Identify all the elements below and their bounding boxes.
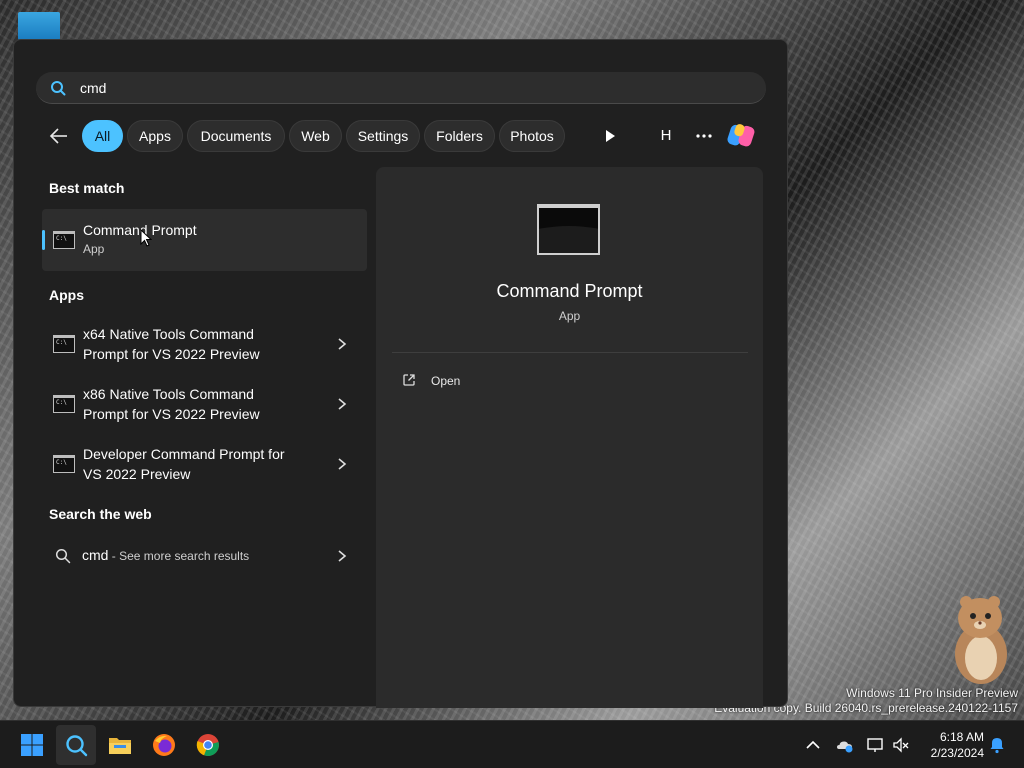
app-item-line1: Developer Command Prompt for [83,446,285,462]
search-icon [66,735,88,757]
open-action[interactable]: Open [400,369,600,393]
web-query-text: cmd [82,547,109,563]
best-match-heading: Best match [49,180,125,196]
app-item-line1: x64 Native Tools Command [83,326,254,342]
app-item-developer-command-prompt[interactable]: C:\ Developer Command Prompt for VS 2022… [42,435,367,493]
onedrive-icon[interactable] [836,736,854,754]
more-options-icon[interactable] [694,126,714,146]
clock-time: 6:18 AM [939,730,984,744]
chevron-right-icon [338,550,347,562]
app-item-x86-native-tools[interactable]: C:\ x86 Native Tools Command Prompt for … [42,375,367,433]
apps-heading: Apps [49,287,84,303]
filter-folders[interactable]: Folders [424,120,495,152]
search-input[interactable] [80,72,680,104]
chevron-right-icon [338,458,347,470]
search-box[interactable] [36,72,766,104]
filter-all[interactable]: All [82,120,123,152]
user-account-initial[interactable]: H [654,120,678,152]
preview-divider [392,352,748,353]
filter-photos[interactable]: Photos [499,120,565,152]
filter-settings[interactable]: Settings [346,120,420,152]
best-match-subtitle: App [83,242,105,256]
app-item-line2: Prompt for VS 2022 Preview [83,346,260,362]
search-icon [55,548,71,564]
volume-muted-icon[interactable] [892,736,910,754]
copilot-icon[interactable] [726,122,758,150]
taskbar-search-button[interactable] [56,725,96,765]
search-icon [51,81,66,96]
command-prompt-icon: C:\ [53,455,75,473]
system-clock[interactable]: 6:18 AM 2/23/2024 [920,729,984,761]
back-arrow-icon[interactable] [48,126,70,146]
mouse-cursor-icon [140,229,152,247]
command-prompt-icon: C:\ [53,395,75,413]
open-external-icon [403,374,415,386]
open-label: Open [431,374,461,388]
search-web-heading: Search the web [49,506,152,522]
windows-start-icon [21,734,43,756]
desktop-shortcut-icon[interactable] [18,12,60,40]
firefox-button[interactable] [144,725,184,765]
app-item-line2: Prompt for VS 2022 Preview [83,406,260,422]
file-explorer-icon [109,738,131,754]
hamster-desktop-pet [955,596,1007,684]
filter-documents[interactable]: Documents [187,120,285,152]
command-prompt-icon: C:\ [53,335,75,353]
chrome-icon [196,734,219,757]
preview-pane: Command Prompt App Open [376,167,763,708]
best-match-command-prompt[interactable]: C:\ Command Prompt App [42,209,367,271]
clock-date: 2/23/2024 [930,746,984,760]
chevron-right-icon [338,338,347,350]
preview-title: Command Prompt [496,281,643,301]
selection-indicator [42,230,45,250]
filter-row: All Apps Documents Web Settings Folders … [44,120,764,152]
taskbar: 6:18 AM 2/23/2024 [0,720,1024,768]
network-icon[interactable] [866,736,884,754]
notification-bell-icon[interactable] [988,736,1006,754]
web-search-query: cmd - See more search results [82,547,249,563]
filter-web[interactable]: Web [289,120,342,152]
chevron-up-icon[interactable] [804,736,822,754]
file-explorer-button[interactable] [100,725,140,765]
preview-subtitle: App [558,309,581,323]
play-icon[interactable] [600,126,620,146]
app-item-line2: VS 2022 Preview [83,466,191,482]
start-menu-search-panel: All Apps Documents Web Settings Folders … [13,39,788,708]
app-item-x64-native-tools[interactable]: C:\ x64 Native Tools Command Prompt for … [42,315,367,373]
firefox-icon [153,734,175,756]
web-more-results: - See more search results [108,549,250,563]
start-button[interactable] [12,725,52,765]
web-search-result[interactable]: cmd - See more search results [42,538,367,574]
command-prompt-large-icon [537,204,600,255]
chevron-right-icon [338,398,347,410]
command-prompt-icon: C:\ [53,231,75,249]
app-item-line1: x86 Native Tools Command [83,386,254,402]
filter-apps[interactable]: Apps [127,120,183,152]
chrome-button[interactable] [188,725,228,765]
